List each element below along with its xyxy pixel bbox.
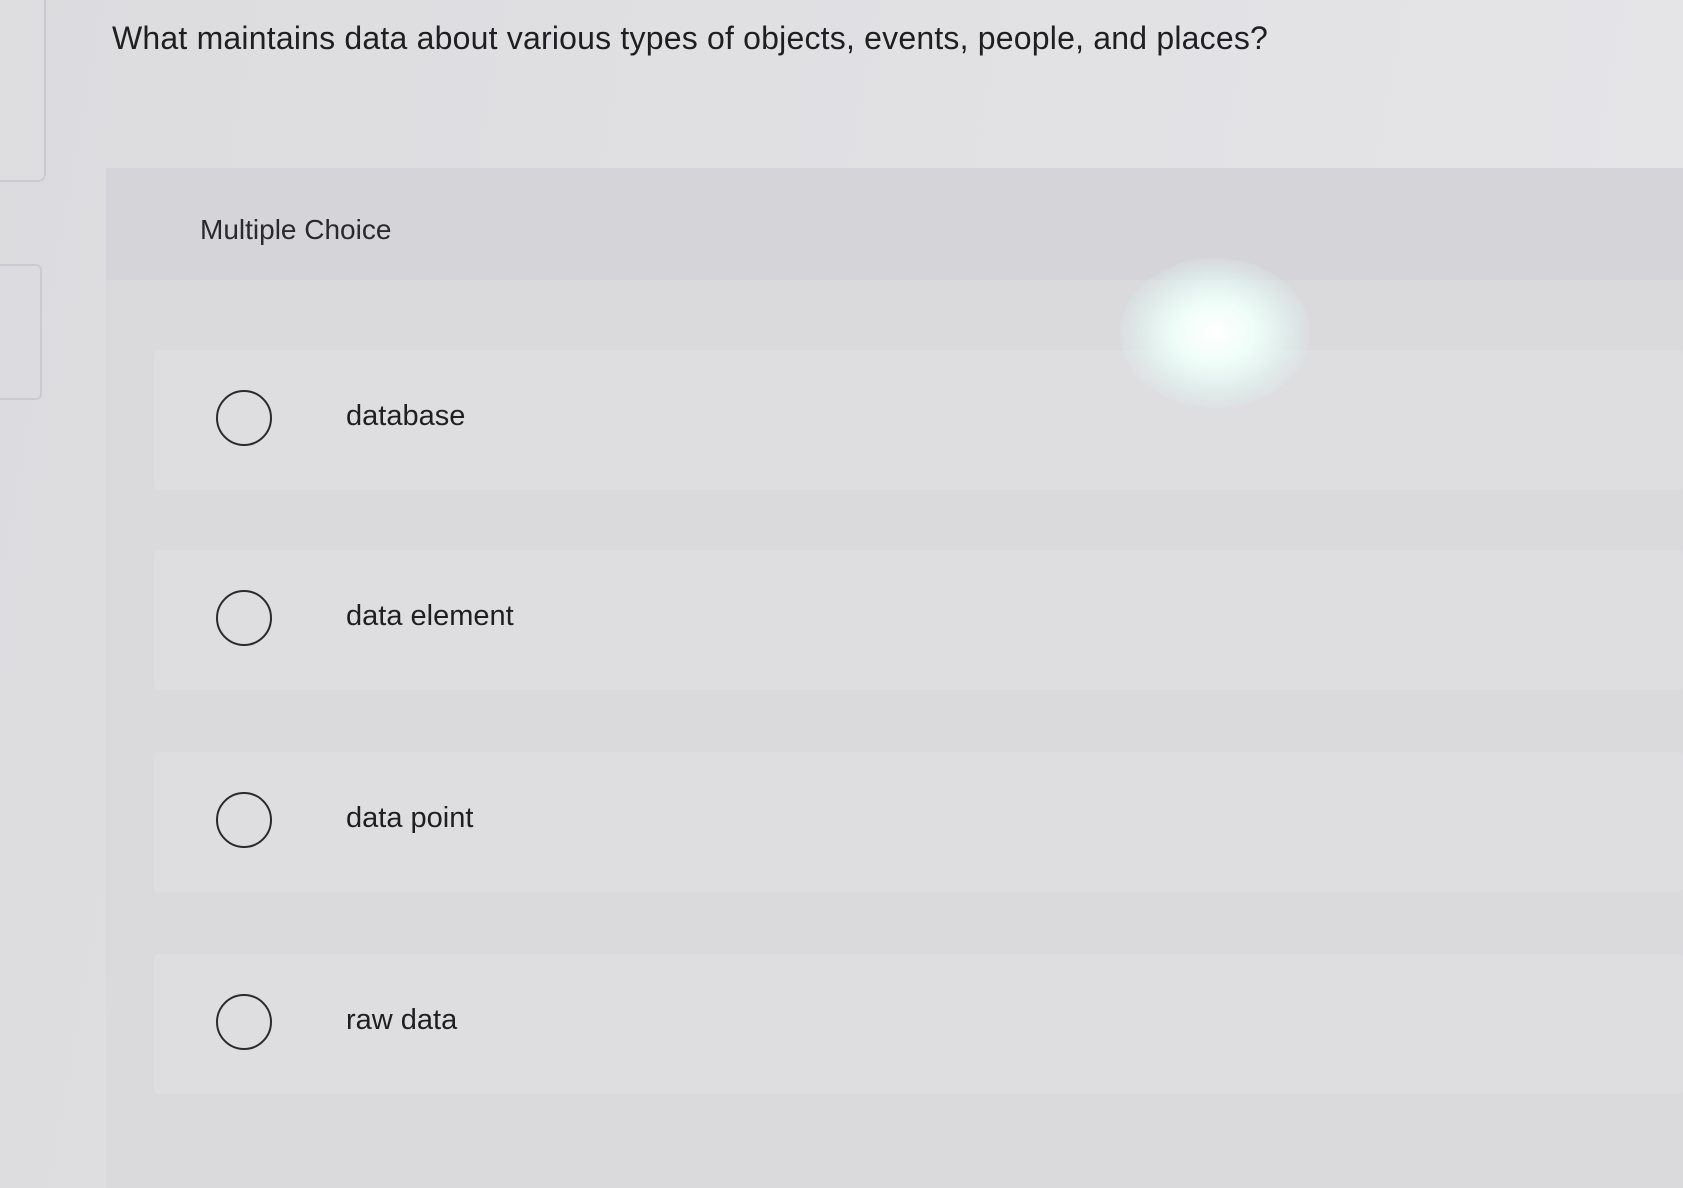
radio-unselected-icon[interactable] (216, 390, 272, 446)
question-type-label: Multiple Choice (200, 214, 392, 245)
radio-unselected-icon[interactable] (216, 792, 272, 848)
answer-option[interactable]: database (154, 350, 1683, 490)
left-side-tab-secondary (0, 264, 42, 400)
answer-option-label[interactable]: data element (346, 600, 514, 633)
answer-option[interactable]: data element (154, 550, 1683, 690)
radio-unselected-icon[interactable] (216, 994, 272, 1050)
radio-unselected-icon[interactable] (216, 590, 272, 646)
answer-option-label[interactable]: database (346, 400, 465, 433)
answer-option[interactable]: data point (154, 752, 1683, 892)
left-side-tab (0, 0, 46, 182)
answer-option-label[interactable]: raw data (346, 1004, 457, 1037)
panel-header: Multiple Choice (106, 168, 1683, 280)
question-text: What maintains data about various types … (112, 20, 1269, 56)
answer-option[interactable]: raw data (154, 954, 1683, 1094)
answer-panel: Multiple Choice database data element da… (106, 168, 1683, 1188)
answer-option-label[interactable]: data point (346, 802, 473, 835)
